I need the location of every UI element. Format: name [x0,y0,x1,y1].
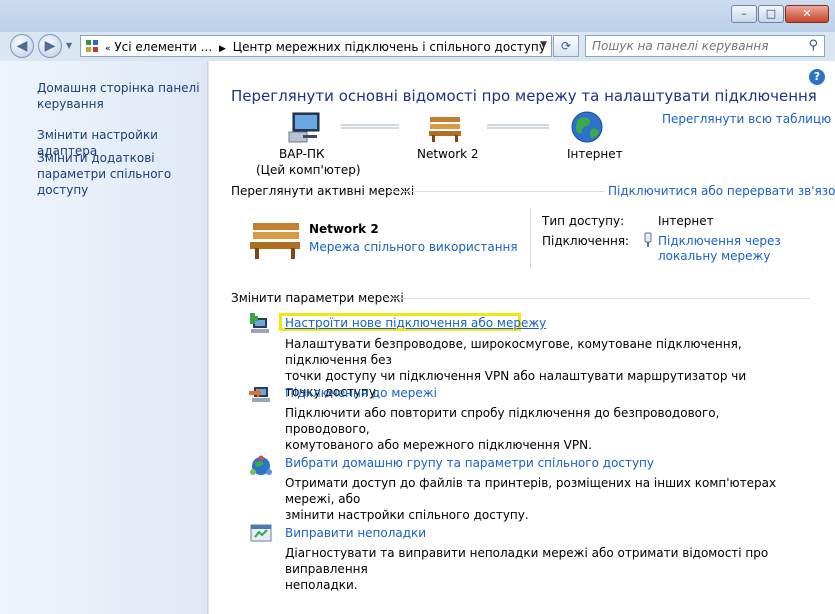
connection-link-line1[interactable]: Підключення через [658,234,781,248]
forward-button[interactable]: ▶ [38,34,62,58]
breadcrumb: « Усі елементи ... ▶ Центр мережних підк… [105,40,546,54]
section-divider [391,191,605,192]
search-input[interactable] [586,36,791,56]
recent-pages-chevron-icon[interactable]: ▼ [66,41,72,50]
window-controls: – □ ✕ [730,5,829,23]
change-settings-heading: Змінити параметри мережі [231,291,404,305]
search-box[interactable]: ⚲ [585,35,825,57]
address-dropdown-icon[interactable]: ▼ [540,40,547,50]
section-divider [384,298,810,299]
access-type-label: Тип доступу: [542,214,625,228]
troubleshoot-desc: Діагностувати та виправити неполадки мер… [285,545,785,593]
address-bar[interactable]: « Усі елементи ... ▶ Центр мережних підк… [80,35,552,57]
main-content: ? Переглянути основні відомості про мере… [209,61,835,614]
connection-line [487,124,549,129]
page-title: Переглянути основні відомості про мережу… [231,87,817,105]
desc-line: Діагностувати та виправити неполадки мер… [285,546,769,576]
refresh-button[interactable]: ⟳ [553,35,579,57]
computer-icon [288,112,320,143]
control-panel-icon [86,40,98,52]
desc-line: Налаштувати безпроводове, широкосмугове,… [285,337,742,367]
connect-to-network-desc: Підключити або повторити спробу підключе… [285,405,785,453]
breadcrumb-separator-icon[interactable]: ▶ [219,44,226,54]
connections-label: Підключення: [542,234,630,248]
globe-icon [571,111,603,143]
breadcrumb-all-items[interactable]: Усі елементи ... [114,40,212,54]
close-button[interactable]: ✕ [785,5,829,23]
homegroup-icon [250,455,272,475]
title-bar: – □ ✕ [0,0,835,32]
active-networks-heading: Переглянути активні мережі [231,184,415,198]
maximize-button[interactable]: □ [758,5,784,23]
active-network-name: Network 2 [309,222,379,236]
sidebar-link-advanced-sharing[interactable]: Змінити додаткові параметри спільного до… [37,150,207,198]
setup-new-connection-link[interactable]: Настроїти нове підключення або мережу [285,316,546,330]
desc-line: змінити настройки спільного доступу. [285,508,529,522]
search-icon[interactable]: ⚲ [808,38,818,53]
sidebar: Домашня сторінка панелі керування Змінит… [0,61,208,614]
bench-icon [429,117,461,142]
desc-line: Отримати доступ до файлів та принтерів, … [285,476,777,506]
connect-to-network-link[interactable]: Підключення до мережі [285,386,437,400]
connect-disconnect-link[interactable]: Підключитися або перервати зв'язок [608,184,835,198]
access-type-value: Інтернет [658,214,714,228]
minimize-button[interactable]: – [731,5,757,23]
homegroup-sharing-link[interactable]: Вибрати домашню групу та параметри спіль… [285,456,654,470]
network-type-link[interactable]: Мережа спільного використання [309,240,518,254]
map-pc-subtitle: (Цей комп'ютер) [256,163,361,177]
new-connection-icon [250,313,269,333]
desc-line: комутованого або мережного підключення V… [285,438,592,452]
connection-line [341,124,399,129]
troubleshoot-link[interactable]: Виправити неполадки [285,526,426,540]
connect-network-icon [249,387,270,402]
map-network-name: Network 2 [417,147,479,161]
homegroup-sharing-desc: Отримати доступ до файлів та принтерів, … [285,475,785,523]
help-icon: ? [813,70,821,83]
sidebar-link-home[interactable]: Домашня сторінка панелі керування [37,80,207,112]
map-pc-name: ВАР-ПК [279,147,325,161]
desc-line: Підключити або повторити спробу підключе… [285,406,720,436]
troubleshoot-icon [250,524,272,542]
breadcrumb-overflow-icon[interactable]: « [105,44,111,54]
desc-line: неполадки. [285,578,358,592]
map-internet: Інтернет [567,147,623,161]
help-button[interactable]: ? [809,69,825,85]
view-full-map-link[interactable]: Переглянути всю таблицю [662,112,831,126]
navigation-bar: ◀ ▶ ▼ « Усі елементи ... ▶ Центр мережни… [0,32,835,60]
breadcrumb-network-center[interactable]: Центр мережних підключень і спільного до… [233,40,546,54]
connection-link-line2[interactable]: локальну мережу [658,249,770,263]
vertical-divider [530,208,531,268]
network-bench-icon [250,223,300,259]
ethernet-icon [644,232,652,247]
refresh-icon: ⟳ [560,39,572,53]
back-button[interactable]: ◀ [10,34,34,58]
